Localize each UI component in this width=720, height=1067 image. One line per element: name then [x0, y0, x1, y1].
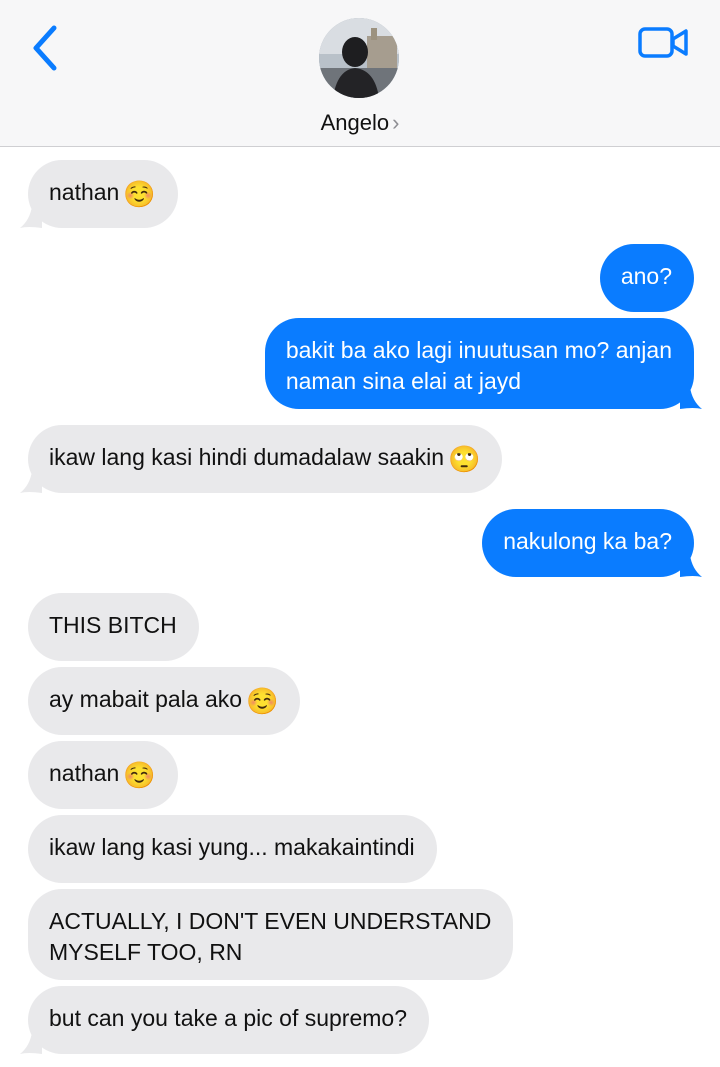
outgoing-message[interactable]: bakit ba ako lagi inuutusan mo? anjan na… — [264, 318, 702, 409]
incoming-message[interactable]: but can you take a pic of supremo? — [20, 986, 429, 1054]
bubble-tail — [20, 206, 42, 228]
conversation-header: Angelo › — [0, 0, 720, 147]
bubble-tail — [680, 387, 702, 409]
message-text: ikaw lang kasi hindi dumadalaw saakin — [49, 444, 445, 470]
smiling-face-emoji: ☺️ — [123, 179, 156, 209]
bubble-tail — [20, 471, 42, 493]
bubble-tail — [680, 555, 702, 577]
incoming-message[interactable]: nathan ☺️ — [20, 160, 178, 228]
contact-name: Angelo — [320, 110, 390, 135]
smiling-face-emoji: ☺️ — [246, 686, 279, 716]
incoming-message[interactable]: ay mabait pala ako ☺️ — [28, 667, 301, 735]
contact-avatar[interactable] — [319, 18, 399, 98]
back-button[interactable] — [26, 22, 70, 74]
message-text: ikaw lang kasi yung... makakaintindi — [49, 834, 415, 860]
incoming-message[interactable]: ikaw lang kasi hindi dumadalaw saakin 🙄 — [20, 425, 503, 493]
message-text: nakulong ka ba? — [503, 528, 672, 554]
outgoing-message[interactable]: ano? — [599, 244, 694, 312]
chevron-left-icon — [33, 25, 57, 71]
incoming-message[interactable]: nathan ☺️ — [28, 741, 178, 809]
message-text: nathan — [49, 179, 120, 205]
incoming-message[interactable]: ACTUALLY, I DON'T EVEN UNDERSTAND MYSELF… — [28, 889, 514, 980]
message-text: bakit ba ako lagi inuutusan mo? anjan na… — [285, 337, 672, 394]
message-text: nathan — [49, 760, 120, 786]
message-text: but can you take a pic of supremo? — [49, 1005, 407, 1031]
contact-name-button[interactable]: Angelo › — [0, 110, 720, 136]
message-text: THIS BITCH — [49, 612, 177, 638]
smiling-face-emoji: ☺️ — [123, 760, 156, 790]
incoming-message[interactable]: THIS BITCH — [28, 593, 199, 661]
video-call-button[interactable] — [636, 24, 692, 64]
avatar-photo — [319, 18, 399, 98]
bubble-tail — [20, 1032, 42, 1054]
incoming-message[interactable]: ikaw lang kasi yung... makakaintindi — [28, 815, 437, 883]
outgoing-message[interactable]: nakulong ka ba? — [482, 509, 702, 577]
message-text: ACTUALLY, I DON'T EVEN UNDERSTAND MYSELF… — [49, 908, 492, 965]
eye-roll-emoji: 🙄 — [448, 444, 481, 474]
message-text: ay mabait pala ako — [49, 686, 243, 712]
message-text: ano? — [620, 263, 672, 289]
chevron-right-icon: › — [392, 110, 400, 135]
video-camera-icon — [638, 27, 688, 58]
